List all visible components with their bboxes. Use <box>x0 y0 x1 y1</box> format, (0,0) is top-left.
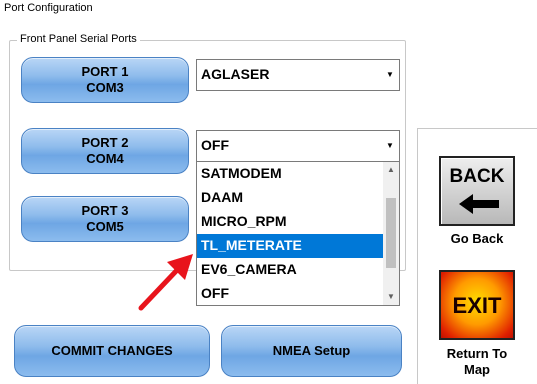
dropdown-item-satmodem[interactable]: SATMODEM <box>197 162 383 186</box>
red-arrow-icon <box>138 254 193 311</box>
port-1-button[interactable]: PORT 1 COM3 <box>21 57 189 103</box>
scroll-up-icon[interactable]: ▲ <box>383 162 399 178</box>
return-to-caption: Return To <box>446 346 508 361</box>
port-1-value: AGLASER <box>201 66 270 82</box>
nmea-setup-label: NMEA Setup <box>272 343 351 358</box>
scroll-down-icon[interactable]: ▼ <box>383 289 399 305</box>
commit-changes-label: COMMIT CHANGES <box>51 343 173 358</box>
exit-button[interactable]: EXIT <box>439 270 515 340</box>
commit-changes-button[interactable]: COMMIT CHANGES <box>14 325 210 377</box>
port-3-com: COM5 <box>86 219 124 234</box>
go-back-caption: Go Back <box>450 231 504 246</box>
exit-label: EXIT <box>452 293 502 318</box>
dropdown-item-off[interactable]: OFF <box>197 282 383 306</box>
port-2-button[interactable]: PORT 2 COM4 <box>21 128 189 174</box>
dropdown-item-micro-rpm[interactable]: MICRO_RPM <box>197 210 383 234</box>
dropdown-item-tl-meterate[interactable]: TL_METERATE <box>197 234 383 258</box>
port-3-label: PORT 3 <box>81 203 129 218</box>
scroll-thumb[interactable] <box>386 198 396 268</box>
port-1-label: PORT 1 <box>81 64 129 79</box>
dropdown-item-ev6-camera[interactable]: EV6_CAMERA <box>197 258 383 282</box>
dropdown-item-daam[interactable]: DAAM <box>197 186 383 210</box>
dropdown-scrollbar[interactable]: ▲ ▼ <box>383 162 399 305</box>
port-1-com: COM3 <box>86 80 124 95</box>
groupbox-legend: Front Panel Serial Ports <box>17 33 140 45</box>
window-title: Port Configuration <box>4 2 93 14</box>
port-2-value: OFF <box>201 137 229 153</box>
port-2-label: PORT 2 <box>81 135 129 150</box>
port-1-combo[interactable]: AGLASER ▼ <box>196 59 400 91</box>
port-2-combo[interactable]: OFF ▼ <box>196 130 400 162</box>
arrow-left-icon <box>459 194 499 214</box>
port-2-dropdown-list[interactable]: SATMODEM DAAM MICRO_RPM TL_METERATE EV6_… <box>196 161 400 306</box>
port-3-button[interactable]: PORT 3 COM5 <box>21 196 189 242</box>
chevron-down-icon[interactable]: ▼ <box>382 132 398 160</box>
map-caption: Map <box>464 362 490 377</box>
back-label: BACK <box>449 166 505 187</box>
chevron-down-icon[interactable]: ▼ <box>382 61 398 89</box>
nmea-setup-button[interactable]: NMEA Setup <box>221 325 402 377</box>
port-2-com: COM4 <box>86 151 124 166</box>
back-button[interactable]: BACK <box>439 156 515 226</box>
